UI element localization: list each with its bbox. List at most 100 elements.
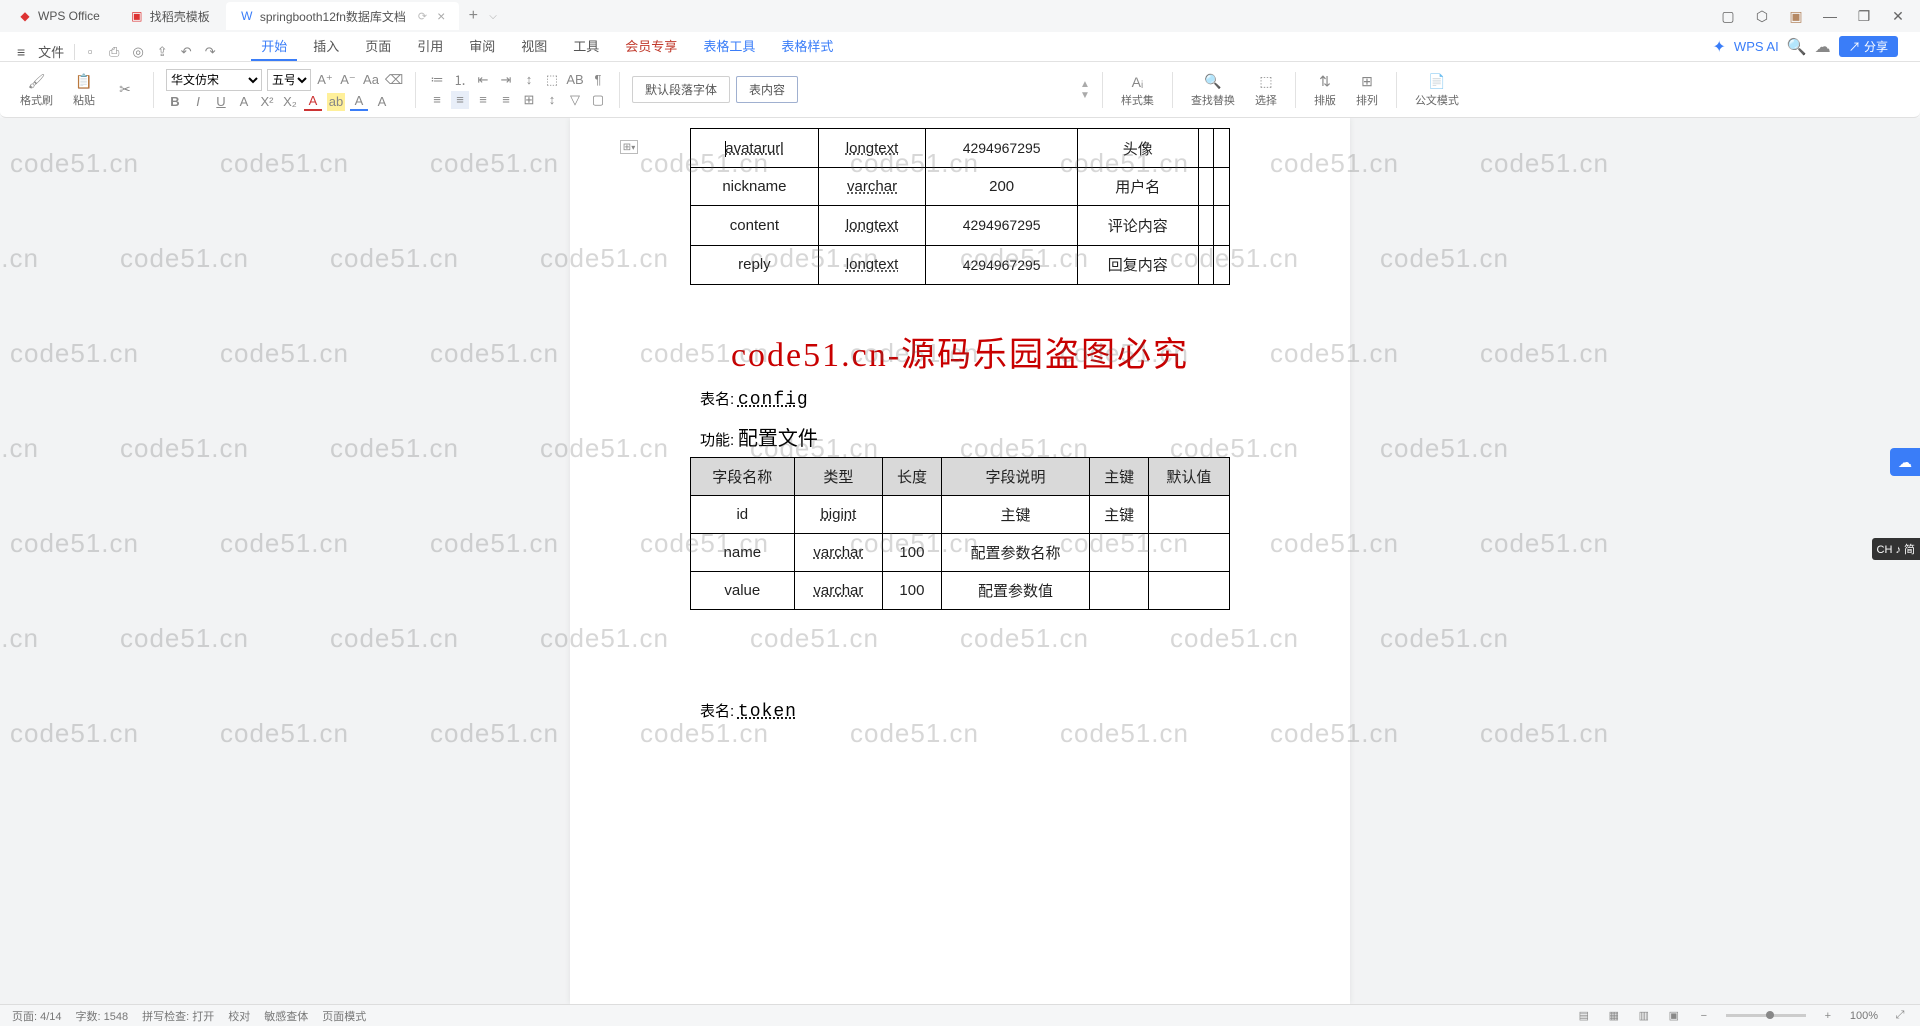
bullets-button[interactable]: ≔ (428, 71, 446, 89)
cloud-icon[interactable]: ☁ (1815, 37, 1831, 57)
fit-icon[interactable]: ⤢ (1892, 1009, 1908, 1022)
shading-button[interactable]: ▽ (566, 91, 584, 109)
cloud-badge[interactable]: ☁ (1890, 448, 1920, 476)
change-case-icon[interactable]: Aa (362, 71, 380, 89)
fill-button[interactable]: ⬚ (543, 71, 561, 89)
status-words[interactable]: 字数: 1548 (76, 1008, 129, 1024)
style-scroll-up[interactable]: ▲ (1080, 79, 1090, 90)
save-icon[interactable]: ▫ (81, 43, 99, 61)
font-color2-button[interactable]: A (350, 93, 368, 111)
badge-icon[interactable]: ▣ (1786, 8, 1806, 25)
table-row[interactable]: valuevarchar100配置参数值 (691, 572, 1230, 610)
distribute-button[interactable]: ⊞ (520, 91, 538, 109)
wps-ai-button[interactable]: WPS AI (1734, 39, 1779, 54)
menu-tab-reference[interactable]: 引用 (407, 32, 453, 61)
find-button[interactable]: 🔍查找替换 (1185, 72, 1241, 108)
minimize-button[interactable]: — (1820, 8, 1840, 24)
add-tab-button[interactable]: + (461, 7, 485, 25)
highlight-button[interactable]: ab (327, 93, 345, 111)
strike-button[interactable]: A (235, 93, 253, 111)
zoom-value[interactable]: 100% (1850, 1010, 1878, 1022)
gongwen-button[interactable]: 📄公文模式 (1409, 72, 1465, 108)
hamburger-icon[interactable]: ≡ (14, 44, 28, 60)
sort-group[interactable]: ⇅排版 (1308, 72, 1342, 108)
menu-tab-insert[interactable]: 插入 (303, 32, 349, 61)
italic-button[interactable]: I (189, 93, 207, 111)
table-row[interactable]: avatarurllongtext4294967295头像 (691, 129, 1230, 168)
status-layout[interactable]: 页面模式 (322, 1008, 366, 1024)
status-proof[interactable]: 校对 (228, 1008, 250, 1024)
align-center-button[interactable]: ≡ (451, 91, 469, 109)
clear-format-icon[interactable]: ⌫ (385, 71, 403, 89)
font-color-button[interactable]: A (304, 93, 322, 111)
menu-tab-tablestyle[interactable]: 表格样式 (771, 32, 843, 61)
superscript-button[interactable]: X² (258, 93, 276, 111)
decrease-font-icon[interactable]: A⁻ (339, 71, 357, 89)
menu-tab-review[interactable]: 审阅 (459, 32, 505, 61)
preview-icon[interactable]: ◎ (129, 43, 147, 61)
font-size-select[interactable]: 五号 (267, 69, 311, 91)
ime-badge[interactable]: CH ♪ 简 (1872, 538, 1920, 560)
spacing-button[interactable]: ↕ (543, 91, 561, 109)
zoom-slider[interactable] (1726, 1014, 1806, 1017)
tab-document[interactable]: W springbooth12fn数据库文档 ⟳ × (226, 2, 459, 30)
status-spell[interactable]: 拼写检查: 打开 (142, 1008, 214, 1024)
table-row[interactable]: contentlongtext4294967295评论内容 (691, 206, 1230, 245)
paste-group[interactable]: 📋 粘贴 (67, 72, 101, 108)
maximize-button[interactable]: ❐ (1854, 8, 1874, 25)
tab-wps-office[interactable]: ◆ WPS Office (4, 2, 114, 30)
view-web-icon[interactable]: ▣ (1666, 1009, 1682, 1022)
view-outline-icon[interactable]: ▦ (1606, 1009, 1622, 1022)
print-icon[interactable]: ⎙ (105, 43, 123, 61)
border-button[interactable]: ▢ (589, 91, 607, 109)
view-page-icon[interactable]: ▤ (1576, 1009, 1592, 1022)
underline-button[interactable]: U (212, 93, 230, 111)
decrease-indent-button[interactable]: ⇤ (474, 71, 492, 89)
search-icon[interactable]: 🔍 (1787, 37, 1807, 57)
table-2[interactable]: 字段名称类型长度字段说明主键默认值 idbigint主键主键 namevarch… (690, 457, 1230, 610)
menu-tab-start[interactable]: 开始 (251, 32, 297, 61)
zoom-out-button[interactable]: − (1696, 1010, 1712, 1022)
styleset-button[interactable]: Aᵢ样式集 (1115, 72, 1160, 108)
justify-button[interactable]: ≡ (497, 91, 515, 109)
close-button[interactable]: ✕ (1888, 8, 1908, 25)
table-1[interactable]: avatarurllongtext4294967295头像 nicknameva… (690, 128, 1230, 285)
align-left-button[interactable]: ≡ (428, 91, 446, 109)
increase-font-icon[interactable]: A⁺ (316, 71, 334, 89)
tab-template[interactable]: ▣ 找稻壳模板 (116, 2, 224, 30)
table-row[interactable]: nicknamevarchar200用户名 (691, 168, 1230, 206)
select-button[interactable]: ⬚选择 (1249, 72, 1283, 108)
zoom-in-button[interactable]: + (1820, 1010, 1836, 1022)
status-insert[interactable]: 敏感查体 (264, 1008, 308, 1024)
undo-icon[interactable]: ↶ (177, 43, 195, 61)
file-menu[interactable]: 文件 (34, 42, 68, 61)
sort-button[interactable]: AB (566, 71, 584, 89)
cut-button[interactable]: ✂ (109, 80, 141, 100)
style-scroll-down[interactable]: ▼ (1080, 90, 1090, 101)
view-read-icon[interactable]: ▥ (1636, 1009, 1652, 1022)
menu-tab-tabletools[interactable]: 表格工具 (693, 32, 765, 61)
close-icon[interactable]: × (437, 8, 445, 24)
export-icon[interactable]: ⇪ (153, 43, 171, 61)
align-right-button[interactable]: ≡ (474, 91, 492, 109)
table-row[interactable]: replylongtext4294967295回复内容 (691, 245, 1230, 284)
cube-icon[interactable]: ⬡ (1752, 8, 1772, 25)
char-shading-button[interactable]: A (373, 93, 391, 111)
line-spacing-button[interactable]: ↕ (520, 71, 538, 89)
status-page[interactable]: 页面: 4/14 (12, 1008, 62, 1024)
paragraph-mark-button[interactable]: ¶ (589, 71, 607, 89)
increase-indent-button[interactable]: ⇥ (497, 71, 515, 89)
style-default[interactable]: 默认段落字体 (632, 76, 730, 103)
window-icon[interactable]: ▢ (1718, 8, 1738, 25)
arrange-group[interactable]: ⊞排列 (1350, 72, 1384, 108)
menu-tab-page[interactable]: 页面 (355, 32, 401, 61)
format-brush-group[interactable]: 🖌 格式刷 (14, 72, 59, 108)
menu-tab-tools[interactable]: 工具 (563, 32, 609, 61)
numbering-button[interactable]: ⒈ (451, 71, 469, 89)
share-button[interactable]: ↗ 分享 (1839, 36, 1898, 57)
dropdown-icon[interactable]: ⌵ (489, 11, 497, 22)
subscript-button[interactable]: X₂ (281, 93, 299, 111)
table-row[interactable]: idbigint主键主键 (691, 496, 1230, 534)
menu-tab-view[interactable]: 视图 (511, 32, 557, 61)
table-row[interactable]: namevarchar100配置参数名称 (691, 534, 1230, 572)
